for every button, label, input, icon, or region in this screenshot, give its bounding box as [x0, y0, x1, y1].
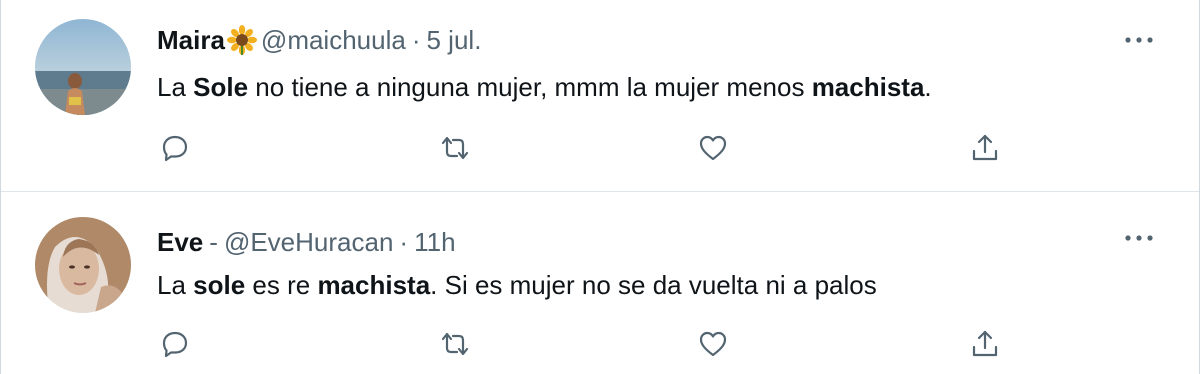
tweet-text-part: .: [924, 72, 932, 102]
retweet-icon: [440, 331, 470, 362]
tweet-text-part: La: [157, 270, 194, 300]
tweet[interactable]: Eve - @EveHuracan · 11h La sole es re ma…: [1, 196, 1199, 374]
reply-button[interactable]: [155, 130, 195, 170]
tweet-text: La sole es re machista. Si es mujer no s…: [157, 268, 877, 302]
separator-dot: ·: [411, 24, 421, 55]
user-handle[interactable]: @EveHuracan: [224, 227, 393, 258]
tweet-actions: [1, 130, 1199, 170]
tweet-text-bold: sole: [193, 270, 246, 300]
retweet-button[interactable]: [435, 326, 475, 366]
tweet-text-part: La: [157, 72, 194, 102]
timeline: Maira @maichuula · 5 jul. La Sole no tie…: [0, 0, 1200, 374]
tweet-text-part: . Si es mujer no se da vuelta ni a palos: [430, 270, 877, 300]
tweet-text-bold: machista: [811, 72, 925, 102]
share-button[interactable]: [965, 130, 1005, 170]
display-name[interactable]: Eve: [157, 227, 203, 258]
tweet-header: Eve - @EveHuracan · 11h: [157, 224, 456, 260]
tweet-header: Maira @maichuula · 5 jul.: [157, 22, 481, 58]
sunflower-emoji-icon: [226, 25, 257, 55]
tweet-text-bold: Sole: [193, 72, 249, 102]
reply-icon: [161, 330, 189, 363]
more-horizontal-icon[interactable]: [1121, 28, 1157, 52]
tweet-actions: [1, 326, 1199, 366]
tweet-text-bold: machista: [317, 270, 431, 300]
heart-icon: [698, 330, 728, 363]
share-icon: [970, 133, 1000, 168]
tweet-text-part: no tiene a ninguna mujer, mmm la mujer m…: [248, 72, 812, 102]
name-separator: -: [209, 226, 218, 257]
avatar[interactable]: [35, 19, 131, 115]
timestamp[interactable]: 11h: [414, 227, 455, 258]
like-button[interactable]: [693, 130, 733, 170]
reply-button[interactable]: [155, 326, 195, 366]
retweet-button[interactable]: [435, 130, 475, 170]
user-handle[interactable]: @maichuula: [261, 25, 406, 56]
tweet-text-part: es re: [245, 270, 318, 300]
heart-icon: [698, 134, 728, 167]
display-name[interactable]: Maira: [157, 25, 225, 56]
retweet-icon: [440, 135, 470, 166]
avatar[interactable]: [35, 217, 131, 313]
like-button[interactable]: [693, 326, 733, 366]
tweet[interactable]: Maira @maichuula · 5 jul. La Sole no tie…: [1, 0, 1199, 192]
reply-icon: [161, 134, 189, 167]
timestamp[interactable]: 5 jul.: [427, 25, 482, 56]
share-button[interactable]: [965, 326, 1005, 366]
more-horizontal-icon[interactable]: [1121, 226, 1157, 250]
separator-dot: ·: [399, 226, 409, 257]
tweet-text: La Sole no tiene a ninguna mujer, mmm la…: [157, 70, 932, 104]
share-icon: [970, 329, 1000, 364]
